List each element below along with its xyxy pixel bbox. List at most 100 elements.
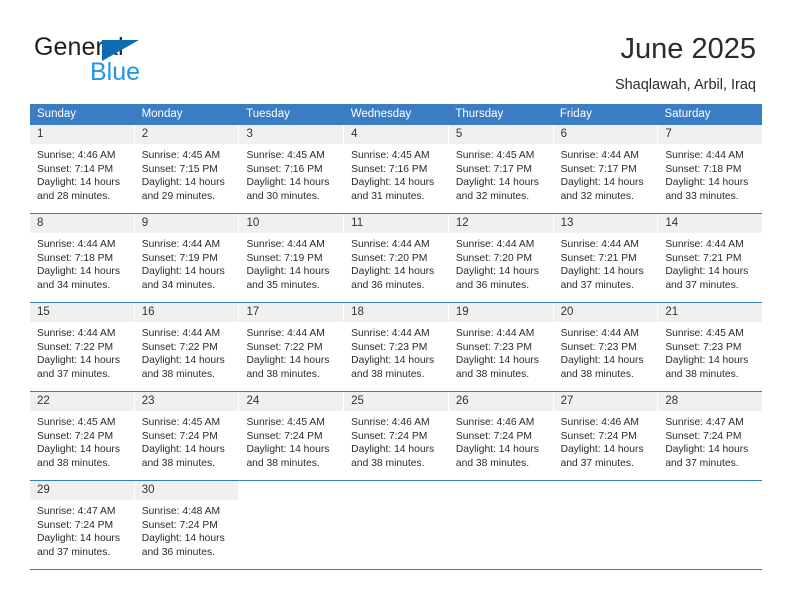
day-sun-info: Sunrise: 4:44 AM Sunset: 7:17 PM Daylight:… [554,145,658,203]
day-number: 11 [351,217,364,229]
calendar-day-cell[interactable]: 3 Sunrise: 4:45 AM Sunset: 7:16 PM Daylight… [239,125,345,213]
day-number: 16 [141,306,155,318]
calendar-day-cell[interactable]: 24 Sunrise: 4:45 AM Sunset: 7:24 PM Dayligh… [239,392,345,480]
sunrise-text: Sunrise: 4:44 AM [351,239,430,250]
sunrise-text: Sunrise: 4:44 AM [560,239,640,250]
sunset-text: Sunset: 7:24 PM [560,430,637,442]
sunset-text: Sunset: 7:18 PM [37,252,114,264]
day-sun-info: Sunrise: 4:44 AM Sunset: 7:22 PM Daylight:… [135,323,239,381]
calendar-day-cell[interactable]: 19 Sunrise: 4:44 AM Sunset: 7:23 PM Dayligh… [448,303,554,391]
calendar-day-cell[interactable]: 23 Sunrise: 4:45 AM Sunset: 7:24 PM Dayligh… [134,392,240,480]
calendar-day-cell[interactable]: 25 Sunrise: 4:46 AM Sunset: 7:24 PM Dayligh… [344,392,449,480]
daylight-text: Daylight: 14 hours and 30 minutes. [246,177,330,202]
sunrise-text: Sunrise: 4:45 AM [246,417,325,428]
calendar-day-cell[interactable]: 11 Sunrise: 4:44 AM Sunset: 7:20 PM Dayligh… [344,214,449,302]
sunset-text: Sunset: 7:18 PM [665,163,742,175]
day-sun-info: Sunrise: 4:44 AM Sunset: 7:22 PM Daylight:… [239,323,343,381]
day-sun-info: Sunrise: 4:45 AM Sunset: 7:23 PM Daylight:… [658,323,762,381]
sunrise-text: Sunrise: 4:44 AM [560,328,640,339]
daylight-text: Daylight: 14 hours and 37 minutes. [37,533,120,558]
day-sun-info: Sunrise: 4:44 AM Sunset: 7:21 PM Daylight:… [658,234,762,292]
calendar-day-cell[interactable]: 4 Sunrise: 4:45 AM Sunset: 7:16 PM Daylight… [344,125,449,213]
calendar-day-cell[interactable]: 2 Sunrise: 4:45 AM Sunset: 7:15 PM Daylight… [134,125,240,213]
calendar-day-cell[interactable]: 12 Sunrise: 4:44 AM Sunset: 7:20 PM Dayligh… [448,214,554,302]
calendar-day-cell[interactable]: 18 Sunrise: 4:44 AM Sunset: 7:23 PM Dayligh… [344,303,449,391]
sunrise-text: Sunrise: 4:46 AM [351,417,430,428]
page-header: General Blue June 2025 Shaqlawah, Arbil,… [0,0,792,100]
calendar-day-cell[interactable]: 28 Sunrise: 4:47 AM Sunset: 7:24 PM Dayligh… [658,392,763,480]
day-number-band: 26 [448,392,553,412]
sunrise-text: Sunrise: 4:44 AM [665,150,744,161]
daylight-text: Daylight: 14 hours and 33 minutes. [665,177,749,202]
day-sun-info: Sunrise: 4:46 AM Sunset: 7:24 PM Daylight:… [344,412,448,470]
daylight-text: Daylight: 14 hours and 35 minutes. [246,266,330,291]
daylight-text: Daylight: 14 hours and 37 minutes. [665,266,749,291]
day-number-band [553,481,658,501]
calendar-day-cell[interactable]: 1 Sunrise: 4:46 AM Sunset: 7:14 PM Daylight… [30,125,135,213]
calendar-day-cell[interactable]: 9 Sunrise: 4:44 AM Sunset: 7:19 PM Daylight… [134,214,240,302]
calendar-day-cell-empty [553,481,659,569]
sunrise-text: Sunrise: 4:44 AM [141,328,221,339]
sunset-text: Sunset: 7:24 PM [37,430,114,442]
sunset-text: Sunset: 7:22 PM [246,341,323,353]
day-number-band: 17 [239,303,344,323]
generalblue-logo[interactable]: General Blue [34,33,214,86]
logo-text-blue: Blue [90,58,141,86]
day-number: 6 [560,128,567,140]
day-sun-info: Sunrise: 4:47 AM Sunset: 7:24 PM Daylight:… [658,412,762,470]
weekday-header-thursday: Thursday [455,108,504,120]
day-number-band [239,481,344,501]
calendar-day-cell[interactable]: 26 Sunrise: 4:46 AM Sunset: 7:24 PM Dayligh… [448,392,554,480]
day-sun-info: Sunrise: 4:44 AM Sunset: 7:21 PM Daylight:… [554,234,658,292]
calendar-week-row: 22 Sunrise: 4:45 AM Sunset: 7:24 PM Dayligh… [30,392,763,481]
day-number: 19 [455,306,469,318]
day-sun-info: Sunrise: 4:44 AM Sunset: 7:19 PM Daylight:… [135,234,239,292]
daylight-text: Daylight: 14 hours and 38 minutes. [560,355,644,380]
sunrise-text: Sunrise: 4:45 AM [141,417,221,428]
calendar-day-cell[interactable]: 21 Sunrise: 4:45 AM Sunset: 7:23 PM Dayligh… [658,303,763,391]
calendar-day-cell[interactable]: 6 Sunrise: 4:44 AM Sunset: 7:17 PM Daylight… [553,125,659,213]
day-number-band: 8 [30,214,134,234]
daylight-text: Daylight: 14 hours and 32 minutes. [455,177,539,202]
calendar-day-cell[interactable]: 14 Sunrise: 4:44 AM Sunset: 7:21 PM Dayligh… [658,214,763,302]
calendar-day-cell-empty [239,481,345,569]
calendar-day-cell[interactable]: 8 Sunrise: 4:44 AM Sunset: 7:18 PM Daylight… [30,214,135,302]
day-sun-info: Sunrise: 4:44 AM Sunset: 7:18 PM Daylight:… [658,145,762,203]
calendar-day-cell[interactable]: 10 Sunrise: 4:44 AM Sunset: 7:19 PM Dayligh… [239,214,345,302]
day-number: 5 [455,128,463,140]
day-number-band [448,481,553,501]
sunset-text: Sunset: 7:24 PM [455,430,533,442]
day-number-band: 23 [134,392,239,412]
sunrise-text: Sunrise: 4:44 AM [141,239,221,250]
day-sun-info: Sunrise: 4:45 AM Sunset: 7:16 PM Daylight:… [344,145,448,203]
calendar-day-cell[interactable]: 17 Sunrise: 4:44 AM Sunset: 7:22 PM Dayligh… [239,303,345,391]
calendar-day-cell[interactable]: 29 Sunrise: 4:47 AM Sunset: 7:24 PM Dayligh… [30,481,135,569]
sunrise-text: Sunrise: 4:44 AM [37,328,116,339]
day-number-band: 20 [553,303,658,323]
day-number: 30 [141,484,155,496]
calendar-day-cell[interactable]: 7 Sunrise: 4:44 AM Sunset: 7:18 PM Daylight… [658,125,763,213]
daylight-text: Daylight: 14 hours and 37 minutes. [37,355,120,380]
sunset-text: Sunset: 7:24 PM [141,430,218,442]
calendar-day-cell[interactable]: 13 Sunrise: 4:44 AM Sunset: 7:21 PM Dayligh… [553,214,659,302]
daylight-text: Daylight: 14 hours and 37 minutes. [665,444,749,469]
calendar-day-cell[interactable]: 20 Sunrise: 4:44 AM Sunset: 7:23 PM Dayligh… [553,303,659,391]
day-number-band: 3 [239,125,344,145]
calendar-day-cell[interactable]: 22 Sunrise: 4:45 AM Sunset: 7:24 PM Dayligh… [30,392,135,480]
daylight-text: Daylight: 14 hours and 36 minutes. [455,266,539,291]
calendar-day-cell[interactable]: 5 Sunrise: 4:45 AM Sunset: 7:17 PM Daylight… [448,125,554,213]
calendar-day-cell[interactable]: 15 Sunrise: 4:44 AM Sunset: 7:22 PM Dayligh… [30,303,135,391]
day-number: 14 [665,217,679,229]
calendar-day-cell[interactable]: 27 Sunrise: 4:46 AM Sunset: 7:24 PM Dayligh… [553,392,659,480]
day-sun-info: Sunrise: 4:46 AM Sunset: 7:14 PM Daylight:… [30,145,134,203]
calendar-grid: Sunday Monday Tuesday Wednesday Thursday Frid… [30,104,763,570]
sunset-text: Sunset: 7:17 PM [455,163,533,175]
day-number: 29 [37,484,50,496]
day-number-band: 16 [134,303,239,323]
day-number: 18 [351,306,364,318]
calendar-day-cell[interactable]: 16 Sunrise: 4:44 AM Sunset: 7:22 PM Dayligh… [134,303,240,391]
day-number-band: 4 [344,125,448,145]
sunset-text: Sunset: 7:22 PM [141,341,218,353]
calendar-day-cell[interactable]: 30 Sunrise: 4:48 AM Sunset: 7:24 PM Dayligh… [134,481,240,569]
day-number-band: 6 [553,125,658,145]
